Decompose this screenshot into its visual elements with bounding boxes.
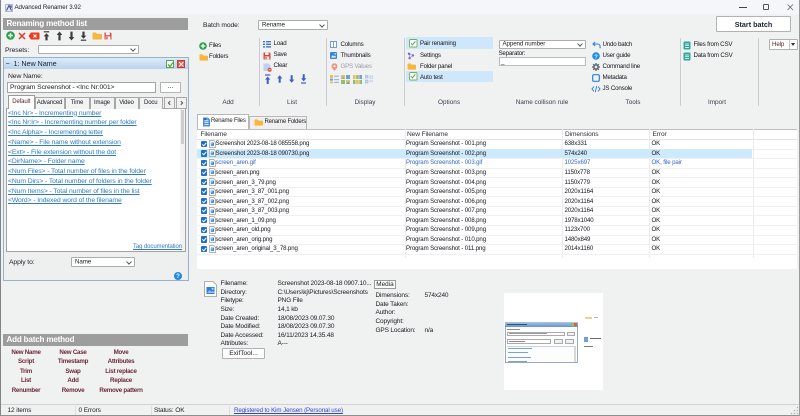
svg-text:?: ? — [176, 274, 180, 280]
svg-text:?: ? — [594, 54, 598, 60]
